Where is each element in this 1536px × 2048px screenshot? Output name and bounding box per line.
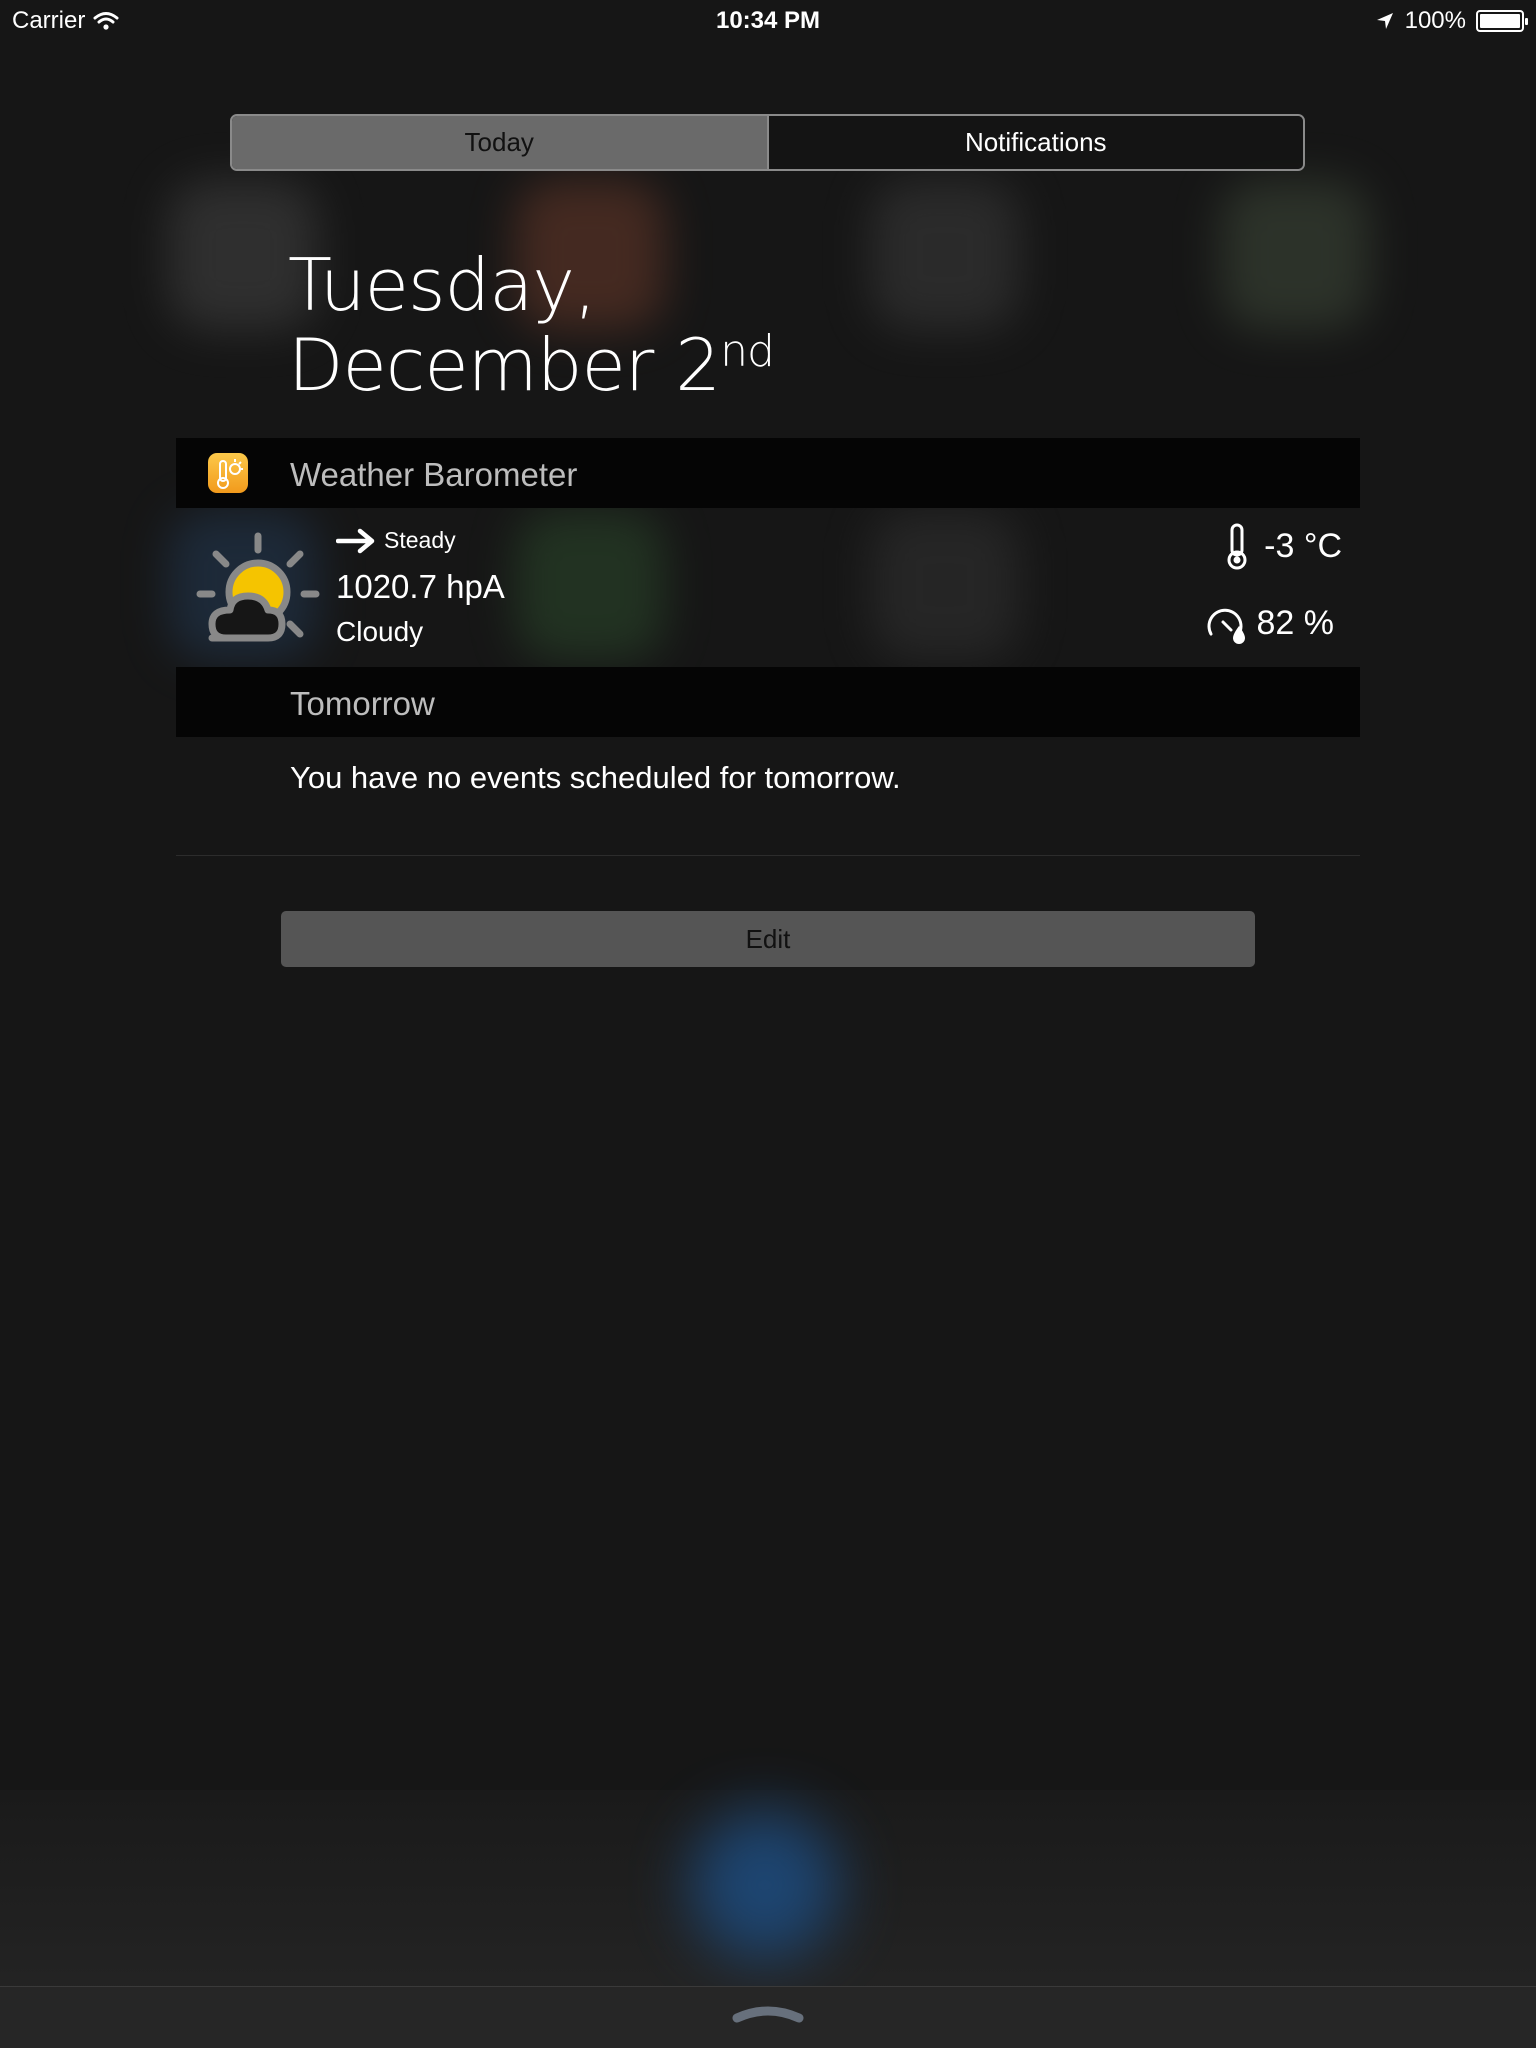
trend-label: Steady [384, 527, 456, 553]
date-ordinal-suffix: nd [720, 326, 775, 377]
tab-today[interactable]: Today [232, 116, 767, 169]
date-weekday: Tuesday, [288, 243, 597, 327]
grabber-handle-icon[interactable] [731, 2002, 805, 2024]
weather-condition: Cloudy [336, 616, 424, 647]
status-time: 10:34 PM [715, 7, 821, 34]
today-notifications-segmented-control: Today Notifications [230, 114, 1305, 171]
background-app-blur [1220, 180, 1370, 330]
no-events-message: You have no events scheduled for tomorro… [290, 760, 901, 795]
humidity-value: 82 % [1256, 603, 1335, 642]
date-month-day: December 2 [288, 323, 721, 407]
date-header: Tuesday, December 2nd [288, 243, 775, 407]
battery-icon [1476, 10, 1528, 32]
barometer-app-icon [208, 453, 248, 493]
status-right: 100% [1375, 7, 1528, 35]
tomorrow-widget-title: Tomorrow [290, 685, 435, 722]
thermometer-icon [1227, 523, 1247, 570]
tomorrow-widget-header[interactable]: Tomorrow [176, 667, 1360, 737]
humidity-row: 82 % [1203, 602, 1335, 644]
pressure-value: 1020.7 hpA [336, 568, 505, 605]
temperature-value: -3 °C [1264, 526, 1342, 565]
date-day: December 2nd [288, 323, 775, 407]
section-divider [176, 855, 1360, 856]
weather-widget-header[interactable]: Weather Barometer [176, 438, 1360, 508]
temperature-row: -3 °C [1224, 522, 1342, 570]
background-app-blur [515, 510, 665, 660]
weather-widget-title: Weather Barometer [290, 456, 578, 493]
arrow-right-icon [336, 528, 375, 553]
background-app-blur [870, 510, 1020, 660]
edit-button[interactable]: Edit [281, 911, 1255, 967]
battery-percent: 100% [1404, 7, 1466, 34]
background-app-blur [870, 180, 1020, 330]
dock-app-blur [690, 1810, 840, 1960]
partly-cloudy-icon [192, 530, 320, 650]
location-arrow-icon [1376, 13, 1393, 29]
tab-notifications[interactable]: Notifications [766, 116, 1303, 169]
pressure-trend: Steady [336, 527, 456, 554]
humidity-gauge-icon [1207, 608, 1245, 644]
status-bar: Carrier 10:34 PM 100% [0, 0, 1536, 40]
